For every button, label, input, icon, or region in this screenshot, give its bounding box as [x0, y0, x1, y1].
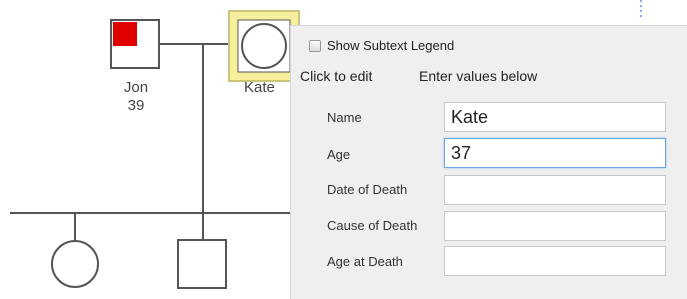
child-male-square-icon[interactable]: [177, 239, 227, 289]
legend-checkbox[interactable]: [309, 39, 321, 52]
cause-of-death-field-label: Cause of Death: [327, 218, 418, 233]
name-field[interactable]: [444, 102, 666, 132]
legend-checkbox-label: Show Subtext Legend: [327, 38, 455, 53]
age-at-death-field[interactable]: [444, 246, 666, 276]
age-at-death-field-label: Age at Death: [327, 254, 403, 269]
kate-name-label: Kate: [244, 79, 275, 96]
date-of-death-field[interactable]: [444, 175, 666, 205]
age-field-label: Age: [327, 147, 351, 162]
enter-values-label: Enter values below: [419, 68, 538, 84]
child-female-circle-icon[interactable]: [51, 240, 99, 288]
date-of-death-field-label: Date of Death: [327, 182, 408, 197]
affected-quadrant-icon: [113, 22, 137, 46]
edit-individual-panel: Show Subtext Legend Click to edit Enter …: [290, 25, 687, 299]
individual-jon[interactable]: [110, 19, 160, 69]
age-field[interactable]: [444, 138, 666, 168]
individual-kate[interactable]: [228, 10, 300, 82]
subtext-legend-toggle[interactable]: Show Subtext Legend: [309, 38, 454, 53]
cause-of-death-field[interactable]: [444, 211, 666, 241]
name-field-label: Name: [327, 110, 362, 125]
jon-age-label: 39: [127, 97, 145, 114]
female-circle-icon: [241, 23, 287, 69]
jon-name-label: Jon: [123, 79, 149, 96]
click-to-edit-label: Click to edit: [300, 68, 373, 84]
